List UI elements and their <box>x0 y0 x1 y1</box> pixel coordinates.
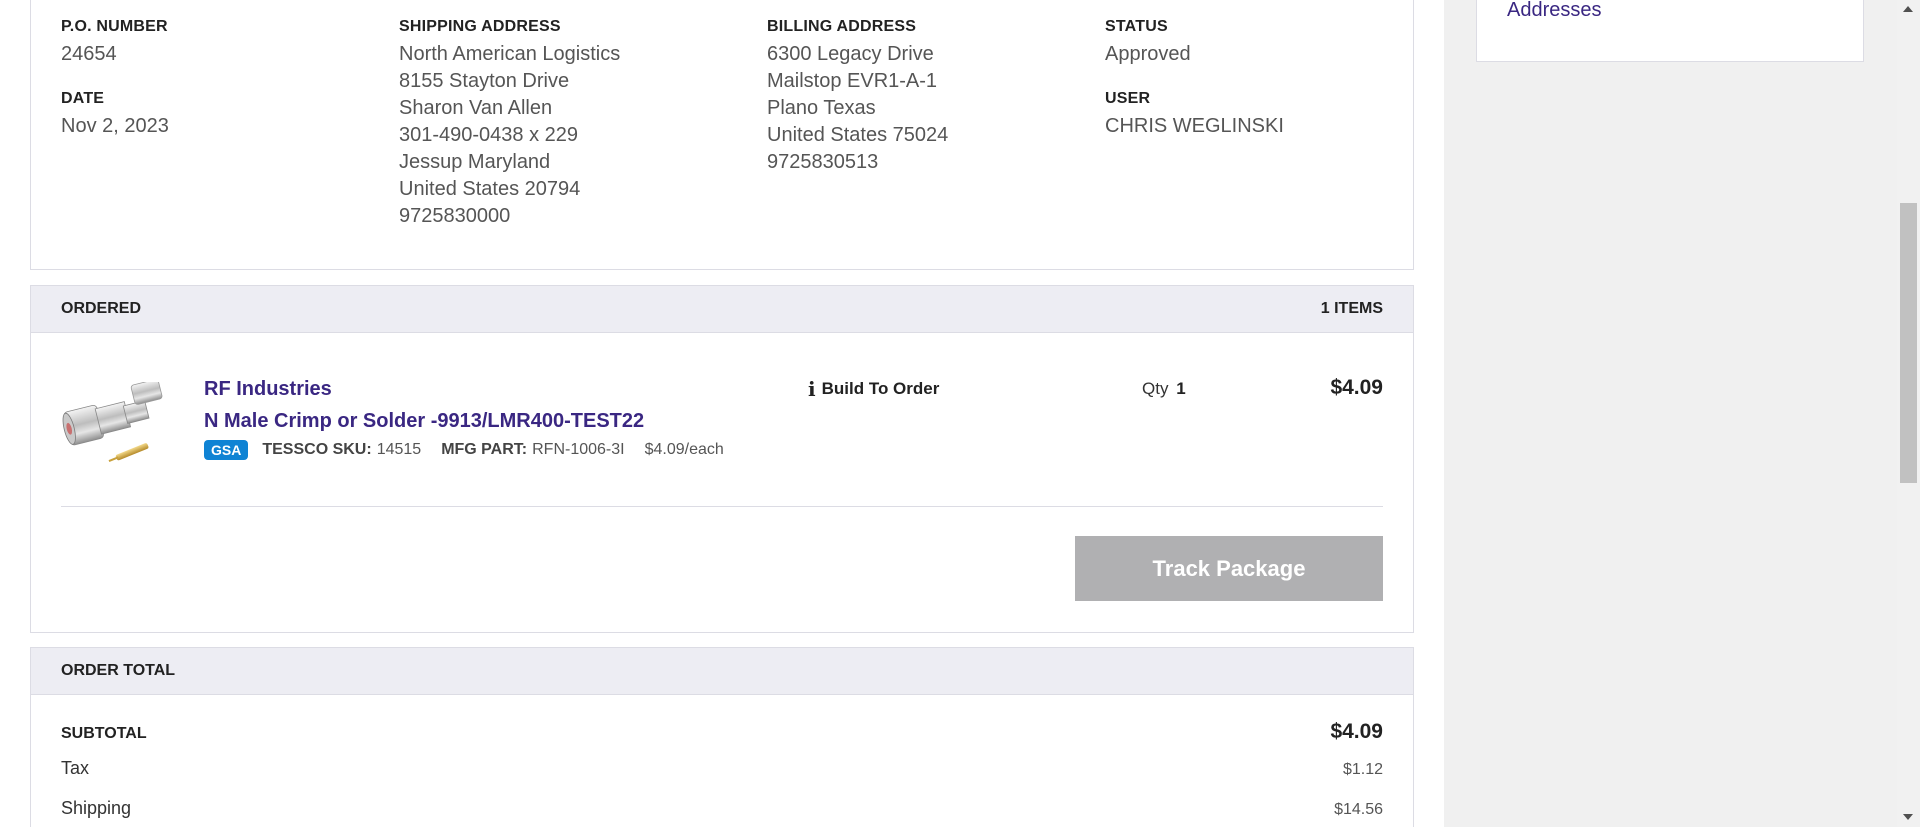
ordered-item-count: 1 ITEMS <box>1320 300 1383 317</box>
sidebar: Addresses <box>1444 0 1900 827</box>
scrollbar-thumb[interactable] <box>1900 203 1917 483</box>
availability-status: i Build To Order <box>808 377 939 401</box>
shipping-label: Shipping <box>61 798 132 818</box>
quantity: Qty 1 <box>1142 379 1186 399</box>
product-image[interactable] <box>61 382 173 462</box>
billing-address-lines: 6300 Legacy Drive Mailstop EVR1-A-1 Plan… <box>767 41 948 176</box>
divider <box>61 506 1383 507</box>
status-label: STATUS <box>1105 18 1168 35</box>
info-icon: i <box>808 377 816 401</box>
line-price: $4.09 <box>1330 376 1383 399</box>
date-value: Nov 2, 2023 <box>61 115 169 137</box>
shipping-address-line: Sharon Van Allen <box>399 97 553 119</box>
sku-value: 14515 <box>376 441 422 458</box>
order-info-card: P.O. NUMBER 24654 DATE Nov 2, 2023 SHIPP… <box>30 0 1414 270</box>
availability-text: Build To Order <box>821 379 940 398</box>
user-block: USER CHRIS WEGLINSKI <box>1105 90 1284 140</box>
billing-address-line: 6300 Legacy Drive <box>767 43 934 65</box>
order-detail-page: P.O. NUMBER 24654 DATE Nov 2, 2023 SHIPP… <box>0 0 1920 827</box>
ordered-title: ORDERED <box>61 300 142 317</box>
ordered-header: ORDERED 1 ITEMS <box>31 286 1413 333</box>
mfg-part-label: MFG PART: <box>441 441 528 458</box>
product-name-link[interactable]: N Male Crimp or Solder -9913/LMR400-TEST… <box>204 410 644 433</box>
billing-address-line: 9725830513 <box>767 151 879 173</box>
shipping-address-line: Jessup Maryland <box>399 151 551 173</box>
shipping-value: $14.56 <box>1334 801 1383 818</box>
po-number-value: 24654 <box>61 43 117 65</box>
shipping-address-lines: North American Logistics 8155 Stayton Dr… <box>399 41 620 230</box>
tax-label: Tax <box>61 758 90 778</box>
product-brand-link[interactable]: RF Industries <box>204 378 332 401</box>
qty-value: 1 <box>1176 379 1186 398</box>
billing-address-label: BILLING ADDRESS <box>767 18 917 35</box>
scroll-up-arrow-icon[interactable] <box>1903 6 1913 12</box>
date-block: DATE Nov 2, 2023 <box>61 90 169 140</box>
tax-row: Tax $1.12 <box>61 758 1383 779</box>
po-number-label: P.O. NUMBER <box>61 18 168 35</box>
unit-price: $4.09/each <box>644 441 724 458</box>
status-value: Approved <box>1105 43 1191 65</box>
po-number-block: P.O. NUMBER 24654 <box>61 18 168 68</box>
billing-address-line: United States 75024 <box>767 124 949 146</box>
status-block: STATUS Approved <box>1105 18 1191 68</box>
shipping-address-line: United States 20794 <box>399 178 581 200</box>
page-scrollbar[interactable] <box>1897 0 1920 827</box>
subtotal-label: SUBTOTAL <box>61 725 147 742</box>
shipping-address-label: SHIPPING ADDRESS <box>399 18 561 35</box>
shipping-address-line: 9725830000 <box>399 205 511 227</box>
gsa-badge: GSA <box>204 440 249 460</box>
shipping-address-line: 301-490-0438 x 229 <box>399 124 579 146</box>
track-package-button[interactable]: Track Package <box>1075 536 1383 601</box>
sidebar-nav-card: Addresses <box>1476 0 1864 62</box>
billing-address-line: Mailstop EVR1-A-1 <box>767 70 938 92</box>
ordered-items-card: ORDERED 1 ITEMS RF Industries N Male Cri… <box>30 285 1414 633</box>
shipping-address-block: SHIPPING ADDRESS North American Logistic… <box>399 18 620 230</box>
scroll-down-arrow-icon[interactable] <box>1903 814 1913 820</box>
subtotal-row: SUBTOTAL $4.09 <box>61 720 1383 744</box>
sidebar-link-addresses[interactable]: Addresses <box>1507 0 1602 22</box>
order-total-header: ORDER TOTAL <box>31 648 1413 695</box>
order-total-card: ORDER TOTAL SUBTOTAL $4.09 Tax $1.12 Shi… <box>30 647 1414 827</box>
shipping-address-line: 8155 Stayton Drive <box>399 70 570 92</box>
order-total-title: ORDER TOTAL <box>61 662 176 679</box>
product-meta: GSA TESSCO SKU: 14515 MFG PART: RFN-1006… <box>204 440 724 460</box>
sku-label: TESSCO SKU: <box>262 441 372 458</box>
user-value: CHRIS WEGLINSKI <box>1105 115 1284 137</box>
billing-address-line: Plano Texas <box>767 97 876 119</box>
qty-label: Qty <box>1142 379 1169 398</box>
billing-address-block: BILLING ADDRESS 6300 Legacy Drive Mailst… <box>767 18 948 176</box>
subtotal-value: $4.09 <box>1330 720 1383 743</box>
shipping-address-line: North American Logistics <box>399 43 621 65</box>
date-label: DATE <box>61 90 105 107</box>
tax-value: $1.12 <box>1342 761 1383 778</box>
user-label: USER <box>1105 90 1151 107</box>
shipping-row: Shipping $14.56 <box>61 798 1383 819</box>
mfg-part-value: RFN-1006-3I <box>532 441 625 458</box>
